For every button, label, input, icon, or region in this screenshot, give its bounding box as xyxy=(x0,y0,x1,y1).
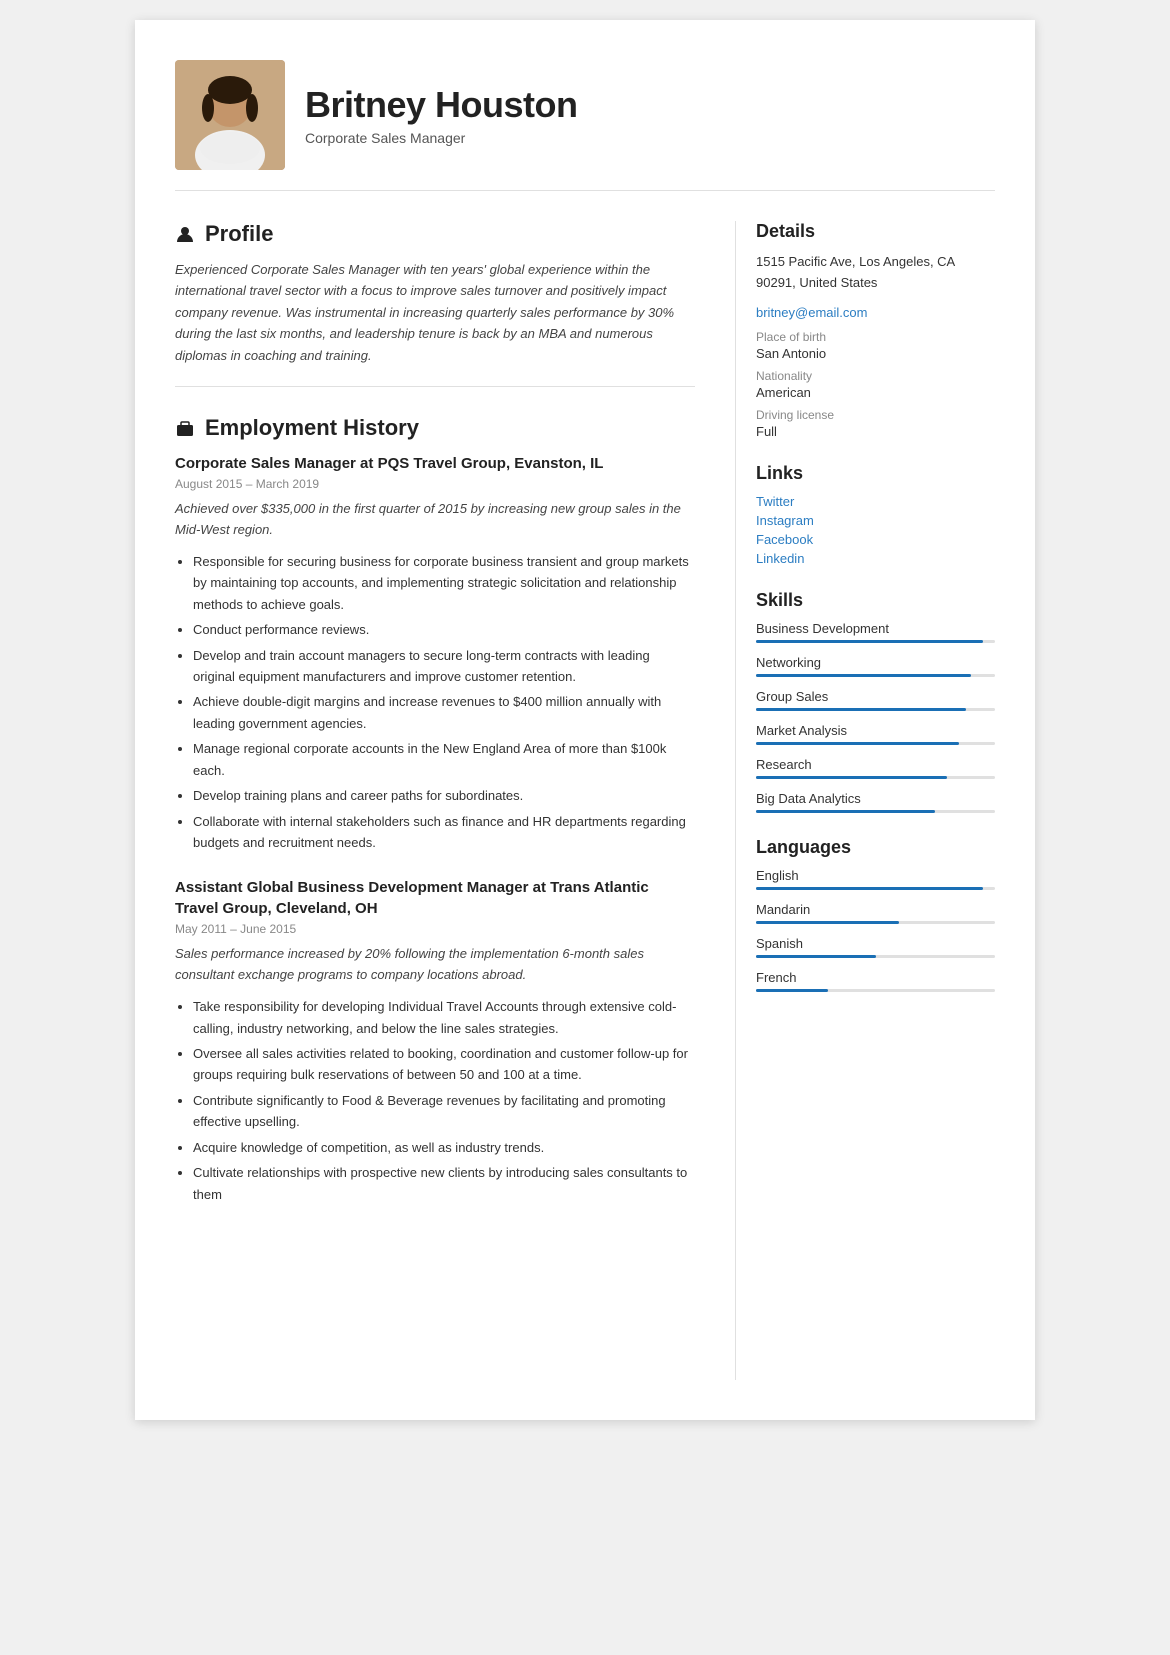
lang-french: French xyxy=(756,970,995,992)
link-linkedin[interactable]: Linkedin xyxy=(756,551,995,566)
links-section-title: Links xyxy=(756,463,995,484)
profile-text: Experienced Corporate Sales Manager with… xyxy=(175,259,695,366)
nationality-label: Nationality xyxy=(756,369,995,383)
details-section-title: Details xyxy=(756,221,995,242)
skill-name: Business Development xyxy=(756,621,995,636)
skill-bar-fill xyxy=(756,776,947,779)
profile-icon xyxy=(175,224,195,244)
skill-bar-bg xyxy=(756,742,995,745)
lang-name: French xyxy=(756,970,995,985)
profile-section-title: Profile xyxy=(205,221,273,247)
skill-name: Market Analysis xyxy=(756,723,995,738)
languages-section-title: Languages xyxy=(756,837,995,858)
bullet-item: Collaborate with internal stakeholders s… xyxy=(193,811,695,854)
skill-bar-bg xyxy=(756,776,995,779)
driving-license-label: Driving license xyxy=(756,408,995,422)
job-bullets-2: Take responsibility for developing Indiv… xyxy=(175,996,695,1205)
lang-name: Mandarin xyxy=(756,902,995,917)
job-title-2: Assistant Global Business Development Ma… xyxy=(175,877,695,919)
lang-name: Spanish xyxy=(756,936,995,951)
header-text: Britney Houston Corporate Sales Manager xyxy=(305,84,578,146)
lang-bar-fill xyxy=(756,887,983,890)
link-instagram[interactable]: Instagram xyxy=(756,513,995,528)
skill-bar-bg xyxy=(756,674,995,677)
job-bullets-1: Responsible for securing business for co… xyxy=(175,551,695,854)
avatar-container xyxy=(175,60,285,170)
bullet-item: Conduct performance reviews. xyxy=(193,619,695,640)
resume-container: Britney Houston Corporate Sales Manager … xyxy=(135,20,1035,1420)
skill-name: Research xyxy=(756,757,995,772)
job-entry-2: Assistant Global Business Development Ma… xyxy=(175,877,695,1205)
job-title-1: Corporate Sales Manager at PQS Travel Gr… xyxy=(175,453,695,474)
driving-license-value: Full xyxy=(756,424,995,439)
employment-section-header: Employment History xyxy=(175,415,695,441)
skill-bar-fill xyxy=(756,708,966,711)
skill-market-analysis: Market Analysis xyxy=(756,723,995,745)
skill-networking: Networking xyxy=(756,655,995,677)
lang-bar-bg xyxy=(756,989,995,992)
main-content: Profile Experienced Corporate Sales Mana… xyxy=(175,221,735,1380)
resume-header: Britney Houston Corporate Sales Manager xyxy=(175,60,995,191)
email-link[interactable]: britney@email.com xyxy=(756,305,867,320)
job-date-1: August 2015 – March 2019 xyxy=(175,477,695,491)
place-of-birth-label: Place of birth xyxy=(756,330,995,344)
job-date-2: May 2011 – June 2015 xyxy=(175,922,695,936)
link-facebook[interactable]: Facebook xyxy=(756,532,995,547)
job-entry-1: Corporate Sales Manager at PQS Travel Gr… xyxy=(175,453,695,853)
links-section: Links Twitter Instagram Facebook Linkedi… xyxy=(756,463,995,566)
bullet-item: Acquire knowledge of competition, as wel… xyxy=(193,1137,695,1158)
skill-bar-fill xyxy=(756,742,959,745)
skill-bar-bg xyxy=(756,640,995,643)
job-summary-2: Sales performance increased by 20% follo… xyxy=(175,944,695,986)
skill-name: Group Sales xyxy=(756,689,995,704)
lang-english: English xyxy=(756,868,995,890)
skill-bar-fill xyxy=(756,674,971,677)
skills-section-title: Skills xyxy=(756,590,995,611)
nationality-value: American xyxy=(756,385,995,400)
lang-bar-bg xyxy=(756,887,995,890)
employment-section-title: Employment History xyxy=(205,415,419,441)
bullet-item: Contribute significantly to Food & Bever… xyxy=(193,1090,695,1133)
place-of-birth-value: San Antonio xyxy=(756,346,995,361)
avatar xyxy=(175,60,285,170)
lang-spanish: Spanish xyxy=(756,936,995,958)
skill-name: Networking xyxy=(756,655,995,670)
skill-name: Big Data Analytics xyxy=(756,791,995,806)
profile-section-header: Profile xyxy=(175,221,695,247)
lang-name: English xyxy=(756,868,995,883)
bullet-item: Develop training plans and career paths … xyxy=(193,785,695,806)
skill-bar-fill xyxy=(756,810,935,813)
bullet-item: Responsible for securing business for co… xyxy=(193,551,695,615)
lang-bar-fill xyxy=(756,989,828,992)
lang-bar-bg xyxy=(756,955,995,958)
link-twitter[interactable]: Twitter xyxy=(756,494,995,509)
skills-section: Skills Business Development Networking G… xyxy=(756,590,995,813)
bullet-item: Achieve double-digit margins and increas… xyxy=(193,691,695,734)
bullet-item: Manage regional corporate accounts in th… xyxy=(193,738,695,781)
sidebar: Details 1515 Pacific Ave, Los Angeles, C… xyxy=(735,221,995,1380)
bullet-item: Cultivate relationships with prospective… xyxy=(193,1162,695,1205)
skill-big-data-analytics: Big Data Analytics xyxy=(756,791,995,813)
lang-bar-fill xyxy=(756,921,899,924)
bullet-item: Take responsibility for developing Indiv… xyxy=(193,996,695,1039)
bullet-item: Develop and train account managers to se… xyxy=(193,645,695,688)
divider-1 xyxy=(175,386,695,387)
lang-bar-bg xyxy=(756,921,995,924)
job-summary-1: Achieved over $335,000 in the first quar… xyxy=(175,499,695,541)
candidate-title: Corporate Sales Manager xyxy=(305,130,578,146)
skill-research: Research xyxy=(756,757,995,779)
lang-mandarin: Mandarin xyxy=(756,902,995,924)
candidate-name: Britney Houston xyxy=(305,84,578,126)
details-section: Details 1515 Pacific Ave, Los Angeles, C… xyxy=(756,221,995,439)
skill-bar-fill xyxy=(756,640,983,643)
lang-bar-fill xyxy=(756,955,876,958)
employment-icon xyxy=(175,418,195,438)
skill-bar-bg xyxy=(756,708,995,711)
languages-section: Languages English Mandarin Spanish xyxy=(756,837,995,992)
skill-bar-bg xyxy=(756,810,995,813)
skill-group-sales: Group Sales xyxy=(756,689,995,711)
address: 1515 Pacific Ave, Los Angeles, CA 90291,… xyxy=(756,252,995,294)
skill-business-development: Business Development xyxy=(756,621,995,643)
bullet-item: Oversee all sales activities related to … xyxy=(193,1043,695,1086)
